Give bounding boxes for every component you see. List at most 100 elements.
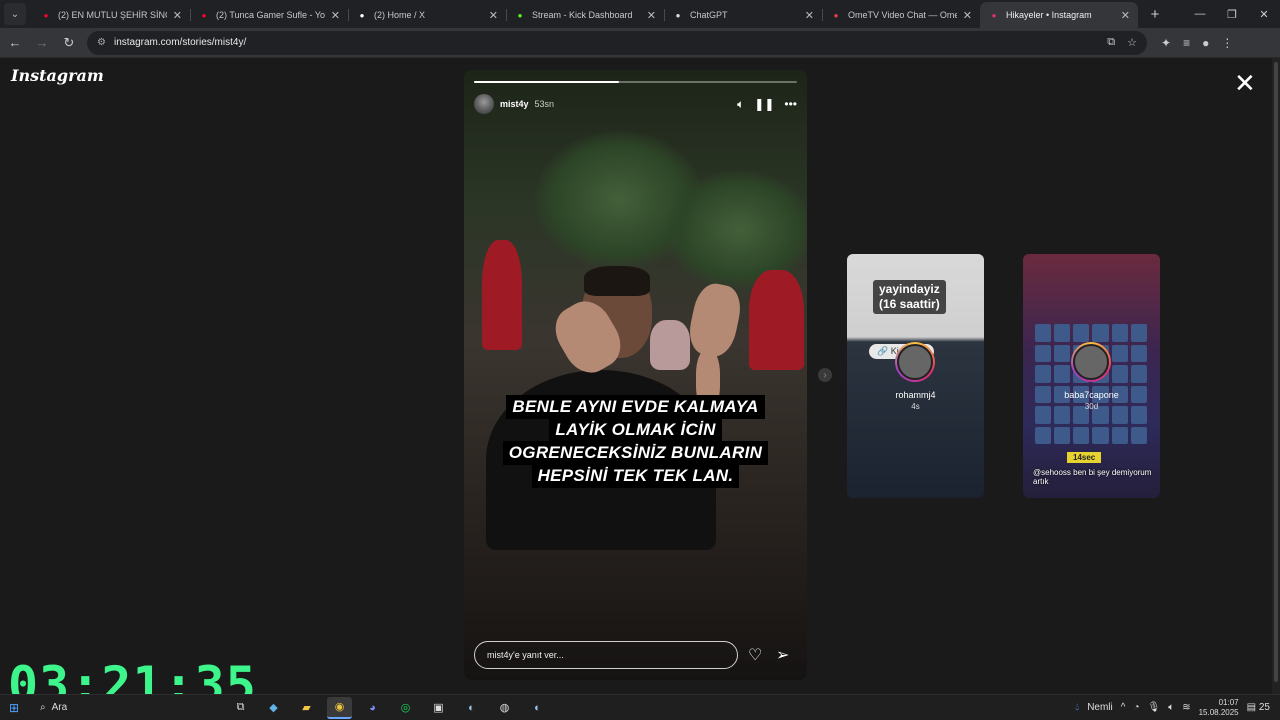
epic-games-icon[interactable]: ▣ — [426, 697, 451, 719]
close-tab-icon[interactable]: ✕ — [331, 9, 340, 22]
preview-sticker-line: (16 saattir) — [879, 297, 940, 311]
tab-search-button[interactable]: ⌄ — [4, 3, 26, 25]
story-time: 53sn — [534, 99, 555, 109]
close-tab-icon[interactable]: ✕ — [489, 9, 498, 22]
close-tab-icon[interactable]: ✕ — [805, 9, 814, 22]
tray-date: 15.08.2025 — [1198, 707, 1239, 717]
bookmark-star-icon[interactable]: ☆ — [1127, 36, 1137, 49]
file-explorer-icon[interactable]: ▰ — [294, 697, 319, 719]
steam-icon[interactable]: ◐ — [459, 697, 484, 719]
more-options-icon[interactable]: ••• — [784, 97, 797, 111]
caption-line: HEPSİNİ TEK TEK LAN. — [531, 464, 740, 488]
reload-icon[interactable]: ↻ — [57, 31, 81, 55]
story-preview-1[interactable]: yayindayiz (16 saattir) 🔗 Kick linki roh… — [847, 254, 984, 498]
taskbar-search-label: Ara — [51, 702, 68, 713]
tray-time: 01:07 — [1218, 697, 1239, 707]
notification-icon[interactable]: ▤ 25 — [1247, 702, 1270, 713]
url-text: instagram.com/stories/mist4y/ — [113, 37, 247, 48]
preview-avatar — [1071, 342, 1111, 382]
browser-menu-icon[interactable]: ⋮ — [1221, 36, 1233, 50]
caption-line: BENLE AYNI EVDE KALMAYA — [506, 395, 765, 419]
pause-icon[interactable]: ❚❚ — [754, 97, 774, 111]
preview-time: 4s — [911, 402, 920, 411]
browser-tab[interactable]: ● ChatGPT ✕ — [664, 2, 822, 28]
story-caption: BENLE AYNI EVDE KALMAYA LAYİK OLMAK İCİN… — [464, 395, 807, 488]
preview-username: rohammj4 — [895, 390, 936, 400]
close-tab-icon[interactable]: ✕ — [647, 9, 656, 22]
close-window-icon[interactable]: ✕ — [1248, 8, 1280, 21]
browser-tab[interactable]: ● (2) Home / X ✕ — [348, 2, 506, 28]
site-info-icon[interactable]: ⚙ — [97, 37, 106, 48]
preview-caption-user: @sehooss — [1033, 468, 1071, 477]
windows-taskbar: ⊞ ⌕ Ara ⧉ ◆ ▰ ◉ ◕ ◎ ▣ ◐ ◍ ◐ 💧︎ Nemli ^ ◔… — [0, 694, 1280, 720]
umbrella-decoration — [749, 270, 804, 370]
story-preview-2[interactable]: baba7capone 30d 14sec @sehooss ben bi şe… — [1023, 254, 1160, 498]
story-avatar[interactable] — [474, 94, 494, 114]
browser-tab[interactable]: ● Stream - Kick Dashboard ✕ — [506, 2, 664, 28]
instagram-logo[interactable]: Instagram — [11, 66, 104, 85]
forward-icon[interactable]: → — [30, 31, 54, 55]
weather-icon[interactable]: 💧︎ — [1075, 702, 1079, 713]
profile-icon[interactable]: ● — [1202, 36, 1209, 50]
send-icon[interactable]: ➢ — [776, 645, 789, 665]
tab-title: (2) EN MUTLU ŞEHİR SİNOP VLOG — [58, 10, 167, 20]
story-username[interactable]: mist4y — [500, 99, 529, 109]
close-stories-icon[interactable]: ✕ — [1234, 70, 1256, 96]
next-story-arrow-icon[interactable]: › — [818, 368, 832, 382]
taskbar-search[interactable]: ⌕ Ara — [28, 698, 208, 718]
wifi-icon[interactable]: ≋ — [1182, 702, 1190, 713]
browser-tab[interactable]: ● Hikayeler • Instagram ✕ — [980, 2, 1138, 28]
chrome-icon[interactable]: ◉ — [327, 696, 352, 719]
browser-tab[interactable]: ● OmeTV Video Chat — Omegle ✕ — [822, 2, 980, 28]
story-header: mist4y 53sn 🔈︎ ❚❚ ••• — [474, 92, 797, 116]
reply-input[interactable]: mist4y'e yanıt ver... — [474, 641, 738, 669]
minimize-icon[interactable]: — — [1184, 8, 1216, 20]
browser-tab[interactable]: ● (2) Tunca Gamer Sufle - YouTube ✕ — [190, 2, 348, 28]
browser-tab-strip: ⌄ ● (2) EN MUTLU ŞEHİR SİNOP VLOG ✕ ● (2) Tu… — [0, 0, 1280, 28]
youtube-icon: ● — [201, 10, 207, 20]
task-view-icon[interactable]: ⧉ — [228, 697, 253, 719]
obs-icon[interactable]: ◍ — [492, 697, 517, 719]
browser-toolbar: ← → ↻ ⚙ instagram.com/stories/mist4y/ ⧉ … — [0, 28, 1280, 58]
close-tab-icon[interactable]: ✕ — [173, 9, 182, 22]
tab-title: ChatGPT — [690, 10, 728, 20]
tray-chevron-icon[interactable]: ^ — [1121, 702, 1126, 713]
ometv-icon: ● — [833, 10, 839, 20]
back-icon[interactable]: ← — [3, 31, 27, 55]
story-viewer[interactable]: mist4y 53sn 🔈︎ ❚❚ ••• BENLE AYNI EVDE KA… — [464, 70, 807, 680]
extensions-icon[interactable]: ✦ — [1161, 36, 1171, 50]
discord-icon[interactable]: ◕ — [360, 697, 385, 719]
background-person — [650, 320, 690, 370]
volume-icon[interactable]: 🔈︎ — [737, 97, 744, 112]
tray-clock[interactable]: 01:07 15.08.2025 — [1199, 698, 1239, 718]
app-icon[interactable]: ◆ — [261, 697, 286, 719]
tab-title: (2) Tunca Gamer Sufle - YouTube — [216, 10, 325, 20]
reply-placeholder: mist4y'e yanıt ver... — [487, 650, 564, 660]
preview-time: 30d — [1084, 402, 1099, 411]
windows-start-icon[interactable]: ⊞ — [0, 701, 28, 715]
browser-tab[interactable]: ● (2) EN MUTLU ŞEHİR SİNOP VLOG ✕ — [32, 2, 190, 28]
weather-label[interactable]: Nemli — [1087, 702, 1113, 713]
speaker-icon[interactable]: 🔈︎ — [1168, 702, 1174, 713]
steam-icon[interactable]: ◐ — [525, 697, 550, 719]
tab-title: OmeTV Video Chat — Omegle — [848, 10, 957, 20]
tab-title: Stream - Kick Dashboard — [532, 10, 633, 20]
new-tab-button[interactable]: + — [1144, 3, 1166, 25]
network-icon[interactable]: ◔ — [1133, 702, 1139, 713]
restore-icon[interactable]: ❐ — [1216, 8, 1248, 21]
heart-icon[interactable]: ♡ — [748, 645, 762, 665]
preview-caption: @sehooss ben bi şey demiyorum artık — [1033, 468, 1153, 486]
notification-count: 25 — [1258, 702, 1270, 713]
spotify-icon[interactable]: ◎ — [393, 697, 418, 719]
close-tab-icon[interactable]: ✕ — [1121, 9, 1130, 22]
story-progress-fill — [474, 81, 620, 83]
close-tab-icon[interactable]: ✕ — [963, 9, 972, 22]
install-app-icon[interactable]: ⧉ — [1107, 36, 1115, 49]
media-controls-icon[interactable]: ≡ — [1183, 36, 1190, 50]
chatgpt-icon: ● — [675, 10, 681, 20]
caption-line: LAYİK OLMAK İCİN — [549, 418, 722, 442]
preview-avatar — [895, 342, 935, 382]
microphone-icon[interactable]: 🎙︎ — [1148, 702, 1161, 713]
page-scrollbar[interactable] — [1272, 58, 1280, 694]
address-bar[interactable]: ⚙ instagram.com/stories/mist4y/ ⧉ ☆ — [87, 30, 1147, 55]
